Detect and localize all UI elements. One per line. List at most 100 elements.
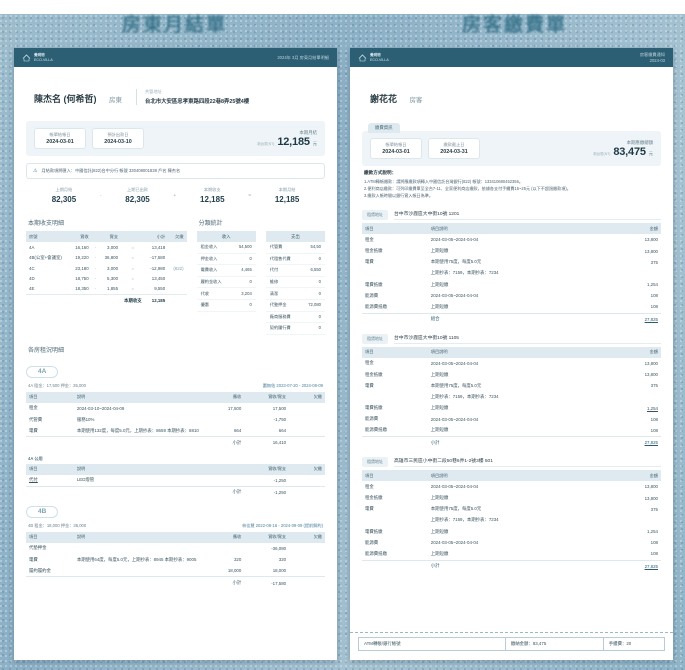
cell-due: 664 — [233, 428, 242, 434]
cell-desc: 本期使用132度，每度5.0元，上期抄表：8659 本期抄表：8810 — [76, 427, 199, 433]
table-row: 電費 本期使用75度，每度5.0元 375 — [362, 504, 661, 515]
stats-expense-head: 支出 — [265, 231, 325, 242]
stat-row: 廠商服務費 0 — [265, 312, 325, 324]
cell-owe — [168, 252, 186, 263]
tenant-summary-panel: 繳費資訊 帳單結帳日 2024-03-01 繳款截止日 2024-03-31 本… — [362, 123, 661, 166]
cell-item: 能源費抵繳 — [365, 303, 387, 309]
cell-owe — [289, 425, 325, 437]
room-meta-left: 4A 租金：17,500 押金：35,000 — [28, 382, 86, 388]
cell-item: 租金 — [365, 236, 374, 242]
properties-container: 租賃地址 台中市沙鹿區大中街10號 1201 項目 項目說明 金額 租金 2024-03-0… — [362, 210, 661, 572]
tenant-header-meta: 房客繳費通知 2024-03 — [640, 52, 665, 63]
formula-prev-paid: 上期已出款 82,305 — [104, 187, 172, 204]
property-header: 租賃地址 台中市沙鹿區大中街10號 1105 — [362, 333, 661, 344]
cell-owe — [168, 242, 186, 252]
table-row: 電費抵繳 上期短繳 1,254 — [362, 279, 661, 290]
room-meta-right[interactable]: 林佳慧 2022-08-16 - 2024-09-09 (提前解約) — [242, 523, 323, 529]
room-meta: 4A 租金：17,500 押金：35,000 蕭無佑 2023-07-20 - 2… — [26, 383, 325, 392]
room-block: 4B 4B 租金：18,000 押金：36,000 林佳慧 2022-08-16 -… — [26, 498, 325, 589]
cell-amount[interactable]: 1,254 — [601, 403, 661, 414]
property-total-row: 組合 27,825 — [362, 312, 661, 325]
property-table: 項目 項目說明 金額 租金 2024-03-05~2024-04-04 13,800 租金抵… — [362, 223, 661, 325]
cell-item: 能源費抵繳 — [365, 427, 387, 433]
cell-due: 320 — [233, 557, 242, 563]
stat-row: 優惠 0 — [196, 300, 256, 312]
cell-amount: 375 — [650, 506, 658, 512]
stat-label: 押金收入 — [200, 255, 218, 261]
room-sub-header: 項目 說明 實收/實支 欠繳 — [26, 463, 325, 475]
room-meta-right[interactable]: 蕭無佑 2023-07-20 - 2024-08-09 — [263, 383, 323, 389]
property-table: 項目 項目說明 金額 租金 2024-03-05~2024-04-04 13,800 租金抵… — [362, 346, 661, 449]
room-subtotal-label: 小計 — [205, 576, 245, 589]
stat-row: 代管費 54,50 — [265, 242, 325, 254]
prop-th-item: 項目 — [362, 470, 428, 482]
brand-name-bottom: ECO-VILLA — [370, 57, 389, 62]
tenant-amount-row: 新台幣(NT) 83,475 元 — [593, 146, 653, 158]
formula-current-net: 本期收支 12,185 — [178, 187, 246, 204]
cell-item: 履約履約金 — [29, 567, 51, 573]
cell-item[interactable]: 代付 — [26, 475, 74, 487]
sub-subtotal-label: 小計 — [73, 485, 245, 498]
cell-op: - — [94, 255, 97, 261]
cell-op: - — [94, 265, 97, 271]
stat-row: 代租售代費 0 — [265, 254, 325, 266]
payment-note-line: 3.繳款入帳時間以銀行實入帳日為準。 — [364, 192, 433, 198]
chip-due-date-label: 繳款截止日 — [443, 142, 465, 147]
atm-voucher: ATM轉帳/銀行帳號 繳納金額：83,475 手續費：20 — [350, 632, 673, 651]
chip-due-date-value: 2024-03-31 — [440, 149, 468, 155]
cell-owe: (822) — [173, 265, 184, 271]
brand-text-tenant: 覺明物 ECO-VILLA — [370, 53, 389, 61]
detail-th-subtotal: 小計 — [144, 231, 169, 242]
cell-amount: 13,800 — [644, 360, 658, 366]
table-row: 4A 16,160- 3,000 = 13,418 — [26, 242, 187, 252]
cell-owe — [289, 565, 325, 577]
prop-th-item: 項目 — [362, 223, 428, 235]
room-th-owe: 欠繳 — [289, 531, 325, 543]
property-total-label: 組合 — [427, 312, 602, 325]
stat-row: 履約金收入 0 — [196, 277, 256, 289]
table-row: 電費 本期使用75度，每度5.0元 375 — [362, 380, 661, 391]
cell-desc: 上期抄表：7159，本期抄表：7234 — [430, 393, 499, 399]
landlord-amount-row: 新台幣(NT) 12,185 元 — [257, 136, 317, 148]
table-row: 代墊押金 -36,080 — [26, 543, 325, 554]
stat-value: 4,465 — [241, 267, 252, 273]
cell-desc: 上期短繳 — [430, 495, 449, 501]
stat-value: 0 — [318, 255, 321, 261]
prop-th-desc: 項目說明 — [427, 470, 602, 482]
category-stats: 分類統計 收入 租金收入 54,500 押金收入 0 電費收入 4,465 履約金收入 0 代收… — [196, 208, 325, 335]
tenant-card-body: 謝花花 房客 繳費資訊 帳單結帳日 2024-03-01 繳款截止日 2024-… — [350, 67, 673, 580]
table-row: 4C 23,180- 3,000 = -12,980 (822) — [26, 263, 187, 273]
brand-logo: 覺明物 ECO-VILLA — [22, 53, 53, 62]
tenant-invoice-card: 覺明物 ECO-VILLA 房客繳費通知 2024-03 謝花花 房客 繳費資訊 — [350, 48, 673, 660]
chip-billing-date: 帳單結帳日 2024-03-01 — [34, 128, 86, 149]
stat-value: 0 — [318, 325, 321, 331]
cell-item: 能源費 — [365, 539, 379, 545]
chip-billing-date-value: 2024-03-01 — [382, 149, 410, 155]
property-header: 租賃地址 台中市沙鹿區大中街10號 1201 — [362, 210, 661, 221]
room-sub-subtotal-row: 小計 -1,250 — [26, 485, 325, 498]
cell-room: 4D — [29, 276, 35, 282]
room-badge: 4B — [26, 505, 59, 518]
stat-value: 54,500 — [238, 244, 252, 250]
chip-payout-date-value: 2024-03-10 — [104, 139, 132, 145]
payment-notes-title: 繳款方式說明： — [364, 170, 397, 175]
room-th-item: 項目 — [26, 391, 74, 403]
detail-total-value: 12,185 — [144, 293, 169, 307]
cell-desc: 本期使用75度，每度5.0元 — [430, 506, 482, 512]
cell-amount: 13,800 — [644, 495, 658, 501]
cell-owe — [289, 543, 325, 554]
tenant-header-line2: 2024-03 — [649, 57, 665, 63]
stat-label: 優惠 — [200, 302, 209, 308]
stat-label: 代租售代費 — [269, 255, 291, 261]
cell-amount: 108 — [650, 540, 658, 546]
cell-desc: 上期短繳 — [430, 550, 449, 556]
table-row: 4B(公室+會議室) 19,220- 36,800 = -17,580 — [26, 252, 187, 263]
property-tag: 租賃地址 — [362, 210, 388, 221]
voucher-fee-cell: 手續費：20 — [602, 637, 666, 651]
cell-op: = — [131, 276, 135, 282]
cell-paid: -1,750 — [273, 417, 287, 423]
tenant-identity: 謝花花 房客 — [370, 89, 422, 107]
cell-desc: 上期短繳 — [430, 528, 449, 534]
cell-desc: 2024-03-05~2024-04-04 — [430, 293, 479, 299]
cell-due: 18,000 — [227, 568, 242, 574]
